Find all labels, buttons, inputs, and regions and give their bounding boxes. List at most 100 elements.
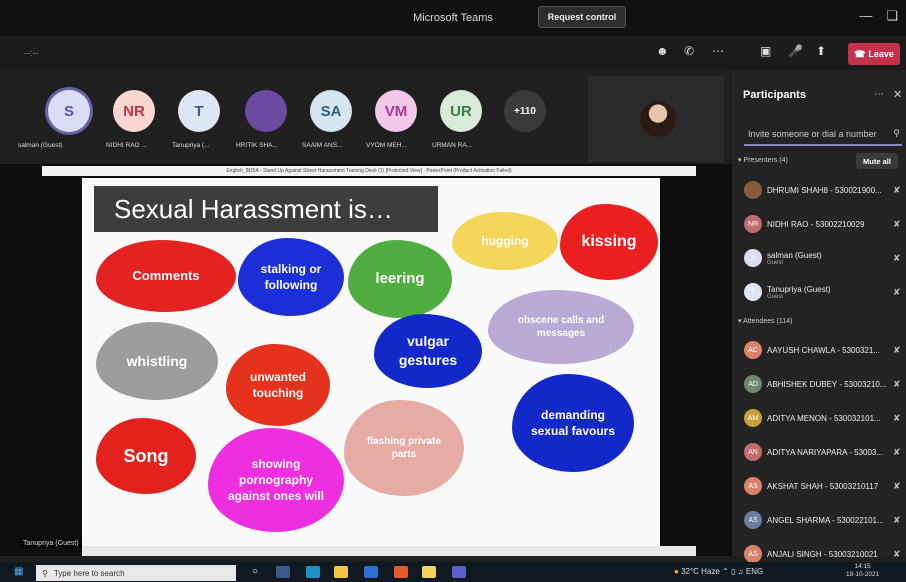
widgets-icon[interactable] bbox=[276, 566, 290, 578]
mute-all-button[interactable]: Mute all bbox=[856, 153, 898, 169]
more-options-icon[interactable]: ⋯ bbox=[712, 44, 724, 58]
system-tray: ● 32°C Haze ⌃ ▯ ♫ ENG bbox=[674, 567, 763, 576]
request-control-button[interactable]: Request control bbox=[538, 6, 626, 28]
participant-avatar[interactable]: S bbox=[48, 90, 90, 132]
avatar: NR bbox=[744, 215, 762, 233]
mic-muted-icon: ✘ bbox=[893, 218, 901, 229]
mic-muted-icon: ✘ bbox=[893, 378, 901, 389]
cloud-hugging: hugging bbox=[452, 212, 558, 270]
store-icon[interactable] bbox=[422, 566, 436, 578]
search-icon: ⚲ bbox=[42, 568, 48, 578]
close-icon[interactable]: ✕ bbox=[893, 88, 902, 101]
participant-row-name: AKSHAT SHAH - 53003210117 bbox=[767, 481, 879, 491]
participant-row[interactable]: Ssalman (Guest) Guest ✘ bbox=[744, 244, 904, 272]
participant-row[interactable]: AD ABHISHEK DUBEY - 53003210... ✘ bbox=[744, 370, 904, 398]
avatar: AN bbox=[744, 443, 762, 461]
participant-row[interactable]: AS AKSHAT SHAH - 53003210117 ✘ bbox=[744, 472, 904, 500]
title-bar: Microsoft Teams — ❏ bbox=[0, 0, 906, 36]
cloud-obscene-calls-and-messages: obscene calls and messages bbox=[488, 290, 634, 364]
avatar: S bbox=[744, 249, 762, 267]
avatar: AC bbox=[744, 341, 762, 359]
participant-row-name: ABHISHEK DUBEY - 53003210... bbox=[767, 379, 887, 389]
minimize-icon[interactable]: — bbox=[859, 8, 872, 24]
panel-more-icon[interactable]: ⋯ bbox=[874, 89, 884, 100]
self-avatar bbox=[640, 101, 676, 137]
window-title: Microsoft Teams bbox=[413, 12, 493, 24]
edge-icon[interactable] bbox=[306, 566, 320, 578]
participant-row[interactable]: AN ADITYA NARIYAPARA - 53003... ✘ bbox=[744, 438, 904, 466]
participant-row-name: salman (Guest) Guest bbox=[767, 251, 889, 266]
overflow-count[interactable]: +110 bbox=[504, 90, 546, 132]
participant-row-name: DHRUMI SHAH8 - 530021900... bbox=[767, 185, 882, 195]
participant-row-name: AAYUSH CHAWLA - 5300321... bbox=[767, 345, 880, 355]
participant-name: SAAIM ANS... bbox=[302, 142, 343, 149]
slide-status-bar bbox=[82, 546, 696, 556]
participant-avatar[interactable]: SA bbox=[310, 90, 352, 132]
participant-avatar[interactable]: UR bbox=[440, 90, 482, 132]
weather-text[interactable]: 32°C Haze bbox=[681, 567, 720, 576]
participant-row-role: Guest bbox=[767, 259, 784, 266]
tray-icons[interactable]: ⌃ ▯ ♫ bbox=[722, 567, 744, 576]
avatar bbox=[744, 181, 762, 199]
presenter-label: Tanupriya (Guest) bbox=[20, 539, 82, 548]
restore-icon[interactable]: ❏ bbox=[886, 8, 898, 24]
windows-start-icon[interactable]: ▦ bbox=[14, 566, 23, 577]
language[interactable]: ENG bbox=[746, 567, 763, 576]
participant-avatar[interactable] bbox=[245, 90, 287, 132]
participant-row[interactable]: AS ANGEL SHARMA - 530022101... ✘ bbox=[744, 506, 904, 534]
participant-row-name: ADITYA MENON - 530032101... bbox=[767, 413, 881, 423]
cloud-leering: leering bbox=[348, 240, 452, 318]
participant-row[interactable]: NR NIDHI RAO - 53002210029 ✘ bbox=[744, 210, 904, 238]
mic-off-icon[interactable]: 🎤 bbox=[788, 44, 803, 58]
avatar: T bbox=[744, 283, 762, 301]
participant-row[interactable]: AM ADITYA MENON - 530032101... ✘ bbox=[744, 404, 904, 432]
chat-icon[interactable]: ✆ bbox=[684, 44, 694, 58]
mic-muted-icon: ✘ bbox=[893, 286, 901, 297]
participant-name: Tanupriya (... bbox=[172, 142, 210, 149]
mic-muted-icon: ✘ bbox=[893, 480, 901, 491]
cloud-flashing-private-parts: flashing private parts bbox=[344, 400, 464, 496]
participant-avatar[interactable]: T bbox=[178, 90, 220, 132]
cloud-showing-pornography-against-ones-will: showing pornography against ones will bbox=[208, 428, 344, 532]
slide-title: Sexual Harassment is… bbox=[94, 186, 438, 232]
cloud-whistling: whistling bbox=[96, 322, 218, 400]
camera-off-icon[interactable]: ▣ bbox=[760, 44, 771, 58]
mic-muted-icon: ✘ bbox=[893, 514, 901, 525]
search-icon: ⚲ bbox=[893, 128, 900, 138]
leave-button[interactable]: ☎ Leave bbox=[848, 43, 900, 65]
mic-muted-icon: ✘ bbox=[893, 412, 901, 423]
share-icon[interactable]: ⬆ bbox=[816, 44, 826, 58]
attendees-section-label[interactable]: ▾ Attendees (114) bbox=[738, 317, 792, 325]
participant-row[interactable]: AC AAYUSH CHAWLA - 5300321... ✘ bbox=[744, 336, 904, 364]
task-view-icon[interactable]: ○ bbox=[252, 566, 266, 578]
powerpoint-title-bar: English_INDIA - Stand Up Against Street … bbox=[42, 166, 696, 176]
mic-muted-icon: ✘ bbox=[893, 344, 901, 355]
participant-avatar[interactable]: VM bbox=[375, 90, 417, 132]
chrome-icon[interactable] bbox=[394, 566, 408, 578]
participant-row[interactable]: T Tanupriya (Guest) Guest ✘ bbox=[744, 278, 904, 306]
cloud-kissing: kissing bbox=[560, 204, 658, 280]
file-explorer-icon[interactable] bbox=[334, 566, 348, 578]
teams-icon[interactable] bbox=[452, 566, 466, 578]
cloud-song: Song bbox=[96, 418, 196, 494]
participant-name: URMAN RA... bbox=[432, 142, 473, 149]
clock[interactable]: 14:15 18-10-2021 bbox=[846, 563, 879, 579]
people-icon[interactable]: ☻ bbox=[656, 44, 669, 58]
participant-row-name: NIDHI RAO - 53002210029 bbox=[767, 219, 865, 229]
mail-icon[interactable] bbox=[364, 566, 378, 578]
avatar: AS bbox=[744, 477, 762, 495]
mic-muted-icon: ✘ bbox=[893, 252, 901, 263]
participant-avatar[interactable]: NR bbox=[113, 90, 155, 132]
weather-icon: ● bbox=[674, 567, 679, 576]
cloud-vulgar-gestures: vulgar gestures bbox=[374, 314, 482, 388]
participant-row[interactable]: DHRUMI SHAH8 - 530021900... ✘ bbox=[744, 176, 904, 204]
taskbar-search-input[interactable]: ⚲ Type here to search bbox=[36, 565, 236, 581]
invite-input[interactable]: Invite someone or dial a number ⚲ bbox=[744, 124, 902, 146]
presenters-section-label[interactable]: ▾ Presenters (4) bbox=[738, 156, 788, 164]
avatar: AS bbox=[744, 511, 762, 529]
participant-name: NIDHI RAO ... bbox=[106, 142, 147, 149]
meeting-toolbar: --:-- bbox=[0, 36, 732, 70]
mic-muted-icon: ✘ bbox=[893, 184, 901, 195]
cloud-comments: Comments bbox=[96, 240, 236, 312]
avatar: AD bbox=[744, 375, 762, 393]
